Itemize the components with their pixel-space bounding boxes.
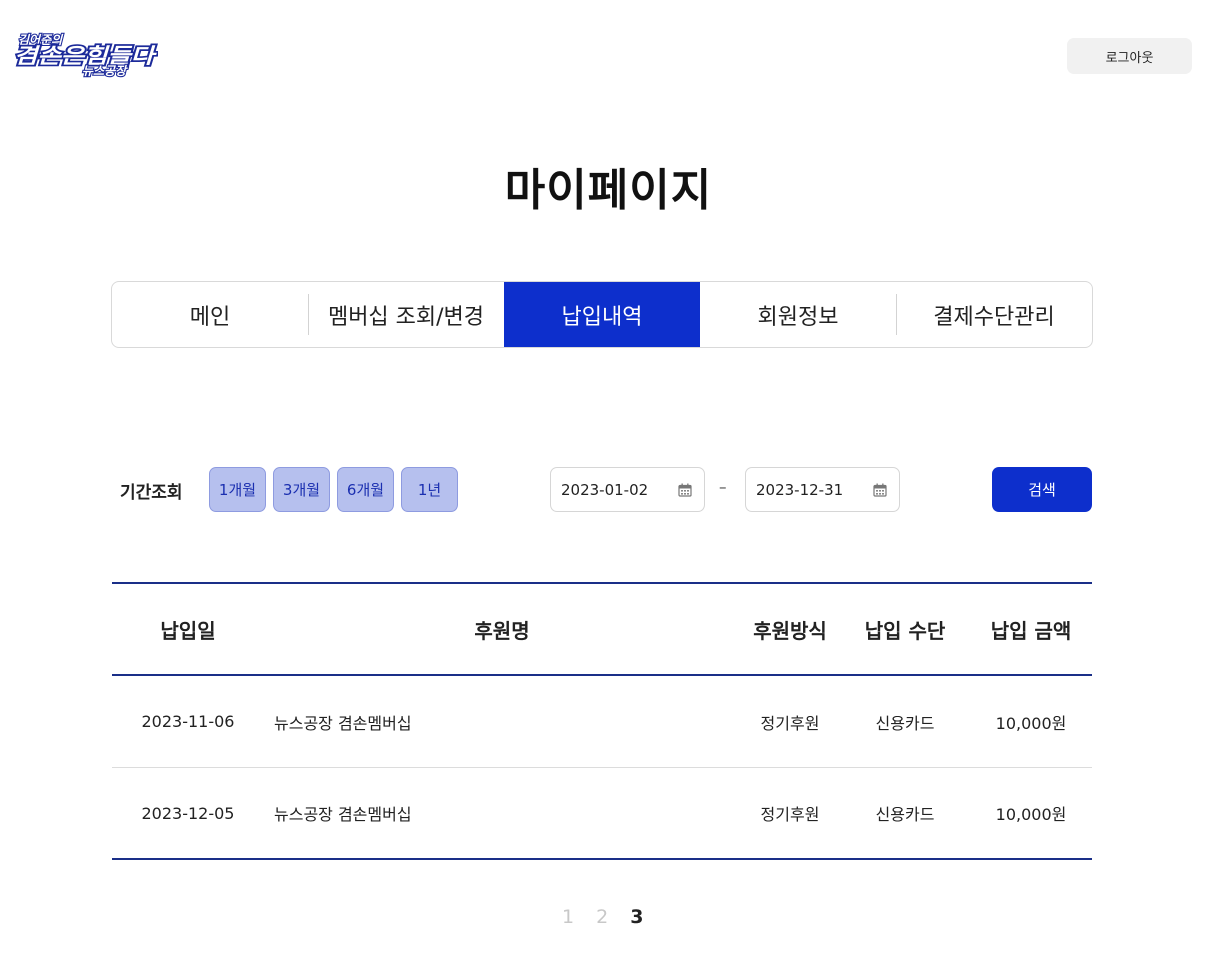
row-type: 정기후원 xyxy=(760,805,820,824)
payment-history-table: 납입일 후원명 후원방식 납입 수단 납입 금액 2023-11-06 뉴스공장… xyxy=(112,582,1092,860)
header-method: 납입 수단 xyxy=(864,618,946,643)
header-type: 후원방식 xyxy=(753,618,827,643)
tab-payment-methods[interactable]: 결제수단관리 xyxy=(896,282,1092,347)
calendar-icon[interactable] xyxy=(873,483,887,497)
date-range-separator: – xyxy=(719,478,727,496)
period-1-year-button[interactable]: 1년 xyxy=(401,467,458,512)
period-filter-label: 기간조회 xyxy=(120,483,183,503)
period-1-month-button[interactable]: 1개월 xyxy=(209,467,266,512)
row-type: 정기후원 xyxy=(760,713,820,733)
page-link-2[interactable]: 2 xyxy=(596,906,608,928)
page-link-3[interactable]: 3 xyxy=(630,906,643,928)
row-date: 2023-12-05 xyxy=(141,803,235,823)
row-method: 신용카드 xyxy=(875,805,935,824)
logo-image: 김어준의 겸손은힘들다 뉴스공장 xyxy=(12,32,159,79)
page-link-1[interactable]: 1 xyxy=(562,906,574,928)
search-button[interactable]: 검색 xyxy=(992,467,1092,512)
tab-member-info[interactable]: 회원정보 xyxy=(700,282,896,347)
row-method: 신용카드 xyxy=(875,713,935,733)
header-name: 후원명 xyxy=(474,618,530,643)
header-date: 납입일 xyxy=(160,618,216,643)
mypage-tabs: 메인 멤버십 조회/변경 납입내역 회원정보 결제수단관리 xyxy=(111,281,1093,348)
site-logo[interactable]: 김어준의 겸손은힘들다 뉴스공장 xyxy=(12,30,159,79)
end-date-value: 2023-12-31 xyxy=(756,480,844,499)
mypage: 김어준의 겸손은힘들다 뉴스공장 로그아웃 마이페이지 메인 멤버십 조회/변경… xyxy=(0,0,1217,970)
period-6-months-button[interactable]: 6개월 xyxy=(337,467,394,512)
end-date-input[interactable]: 2023-12-31 xyxy=(745,467,900,512)
tab-membership[interactable]: 멤버십 조회/변경 xyxy=(308,282,504,347)
tab-main[interactable]: 메인 xyxy=(112,282,308,347)
start-date-value: 2023-01-02 xyxy=(561,480,649,499)
pagination: 1 2 3 xyxy=(562,906,643,928)
row-name: 뉴스공장 겸손멤버십 xyxy=(274,805,412,824)
table-header-row: 납입일 후원명 후원방식 납입 수단 납입 금액 xyxy=(112,584,1092,676)
logo-text-sub: 뉴스공장 xyxy=(82,64,128,78)
row-amount: 10,000원 xyxy=(995,805,1067,824)
page-title: 마이페이지 xyxy=(504,165,713,216)
row-amount: 10,000원 xyxy=(995,713,1067,733)
logout-button[interactable]: 로그아웃 xyxy=(1067,38,1192,74)
table-row: 2023-11-06 뉴스공장 겸손멤버십 정기후원 신용카드 10,000원 xyxy=(112,676,1092,767)
table-row: 2023-12-05 뉴스공장 겸손멤버십 정기후원 신용카드 10,000원 xyxy=(112,767,1092,858)
start-date-input[interactable]: 2023-01-02 xyxy=(550,467,705,512)
tab-payment-history[interactable]: 납입내역 xyxy=(504,282,700,347)
row-name: 뉴스공장 겸손멤버십 xyxy=(274,713,412,733)
header-amount: 납입 금액 xyxy=(990,618,1072,643)
calendar-icon[interactable] xyxy=(678,483,692,497)
row-date: 2023-11-06 xyxy=(141,712,235,731)
period-3-months-button[interactable]: 3개월 xyxy=(273,467,330,512)
